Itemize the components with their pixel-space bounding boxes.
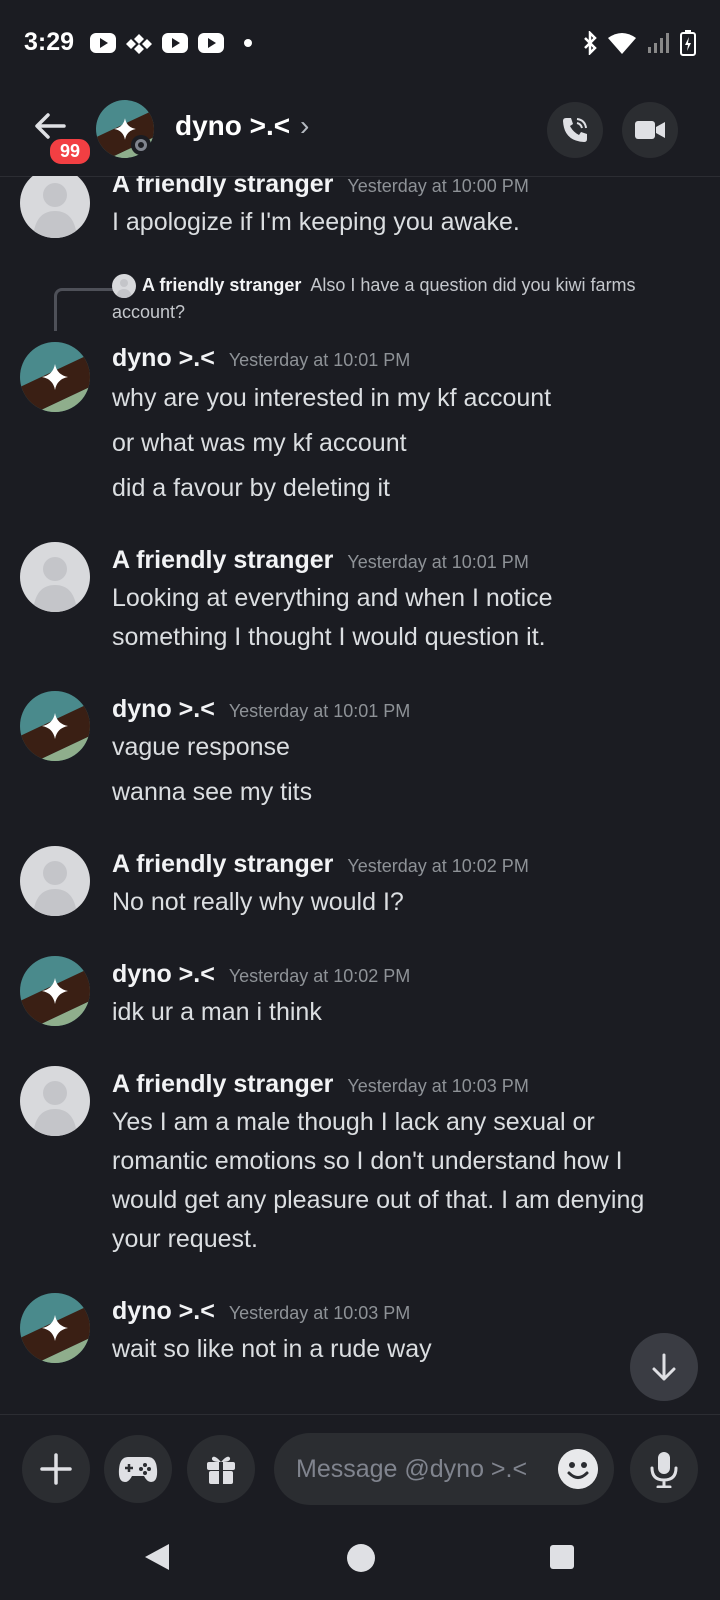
message-author[interactable]: A friendly stranger Yesterday at 10:02 PM (112, 850, 529, 879)
message-text: romantic emotions so I don't understand … (112, 1147, 623, 1175)
arrow-down-icon (652, 1353, 676, 1381)
dm-header: 99 dyno >.< › (0, 92, 720, 177)
tidal-icon (126, 34, 152, 54)
youtube-icon (198, 33, 224, 53)
message-timestamp: Yesterday at 10:01 PM (347, 552, 529, 572)
avatar[interactable] (20, 542, 90, 612)
system-navigation-bar (0, 1514, 720, 1600)
avatar[interactable] (20, 342, 90, 412)
reply-author: A friendly stranger (142, 275, 302, 295)
nav-recents-icon[interactable] (549, 1544, 575, 1570)
avatar[interactable] (20, 1293, 90, 1363)
message-text: wait so like not in a rude way (112, 1335, 432, 1363)
plus-icon (40, 1453, 72, 1485)
activities-button[interactable] (104, 1435, 172, 1503)
message-author[interactable]: A friendly stranger Yesterday at 10:01 PM (112, 546, 529, 575)
message-composer: Message @dyno >.< (0, 1414, 720, 1515)
notification-icons (90, 32, 252, 54)
message-author[interactable]: A friendly stranger Yesterday at 10:00 PM (112, 176, 529, 199)
chevron-right-icon[interactable]: › (300, 110, 309, 142)
message-timestamp: Yesterday at 10:01 PM (228, 350, 411, 370)
microphone-icon (650, 1452, 678, 1488)
message-input[interactable]: Message @dyno >.< (274, 1433, 614, 1505)
nav-home-icon[interactable] (346, 1543, 376, 1573)
offline-status-icon (131, 135, 151, 155)
youtube-icon (90, 33, 116, 53)
status-bar: 3:29 (0, 0, 720, 90)
message-timestamp: Yesterday at 10:02 PM (347, 856, 529, 876)
video-call-button[interactable] (622, 102, 678, 158)
message-author[interactable]: A friendly stranger Yesterday at 10:03 PM (112, 1070, 529, 1099)
emoji-icon[interactable] (558, 1449, 598, 1489)
message-input-placeholder: Message @dyno >.< (296, 1455, 528, 1483)
avatar[interactable] (20, 176, 90, 238)
youtube-icon (162, 33, 188, 53)
voice-message-button[interactable] (630, 1435, 698, 1503)
message-timestamp: Yesterday at 10:03 PM (347, 1076, 529, 1096)
message-text: your request. (112, 1225, 258, 1253)
message-text: I apologize if I'm keeping you awake. (112, 208, 520, 236)
jump-to-latest-button[interactable] (630, 1333, 698, 1401)
gamepad-icon (118, 1457, 158, 1482)
voice-call-button[interactable] (547, 102, 603, 158)
avatar[interactable] (20, 846, 90, 916)
contact-name[interactable]: dyno >.< (175, 110, 290, 142)
message-timestamp: Yesterday at 10:00 PM (347, 176, 529, 196)
message-text: No not really why would I? (112, 888, 404, 916)
message-list[interactable]: A friendly stranger Yesterday at 10:00 PM… (0, 176, 720, 1414)
message-text: Looking at everything and when I notice (112, 584, 553, 612)
avatar[interactable] (20, 691, 90, 761)
signal-icon (648, 33, 669, 53)
avatar (112, 274, 136, 299)
message-text: wanna see my tits (112, 778, 313, 806)
reply-connector (54, 288, 113, 331)
message-author[interactable]: dyno >.< Yesterday at 10:02 PM (112, 960, 410, 989)
message-text: would get any pleasure out of that. I am… (112, 1186, 645, 1214)
message-text: did a favour by deleting it (112, 474, 390, 502)
video-camera-icon (635, 121, 665, 139)
message-text: or what was my kf account (112, 429, 407, 457)
status-time: 3:29 (24, 28, 75, 56)
add-attachment-button[interactable] (22, 1435, 90, 1503)
nav-back-icon[interactable] (143, 1542, 171, 1572)
avatar[interactable] (20, 956, 90, 1026)
message-timestamp: Yesterday at 10:03 PM (228, 1303, 411, 1323)
system-icons (582, 30, 696, 56)
wifi-icon (608, 33, 636, 54)
avatar[interactable] (20, 1066, 90, 1136)
message-text: something I thought I would question it. (112, 623, 546, 651)
message-author[interactable]: dyno >.< Yesterday at 10:01 PM (112, 695, 410, 724)
message-text: idk ur a man i think (112, 998, 322, 1026)
message-text: vague response (112, 733, 290, 761)
reply-preview[interactable]: A friendly stranger Also I have a questi… (112, 272, 702, 326)
unread-badge: 99 (47, 136, 94, 167)
message-author[interactable]: dyno >.< Yesterday at 10:01 PM (112, 344, 410, 373)
gift-icon (207, 1456, 235, 1484)
phone-icon (563, 118, 587, 142)
message-author[interactable]: dyno >.< Yesterday at 10:03 PM (112, 1297, 410, 1326)
message-text: why are you interested in my kf account (112, 384, 552, 412)
battery-icon (680, 30, 696, 56)
message-timestamp: Yesterday at 10:01 PM (228, 701, 411, 721)
bluetooth-icon (584, 31, 597, 55)
gift-button[interactable] (187, 1435, 255, 1503)
message-timestamp: Yesterday at 10:02 PM (228, 966, 411, 986)
message-text: Yes I am a male though I lack any sexual… (112, 1108, 595, 1136)
more-notifications-icon (244, 39, 252, 47)
